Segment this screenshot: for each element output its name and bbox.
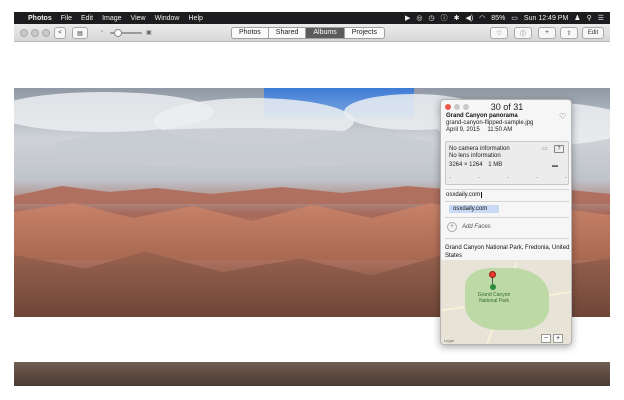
back-button[interactable]: < (54, 27, 66, 39)
caption-text: osxdaily.com (446, 192, 481, 198)
back-icon: < (58, 30, 62, 36)
menubar-clock[interactable]: Sun 12:49 PM (524, 15, 568, 22)
photo-time: 11:50 AM (487, 127, 513, 133)
menu-view[interactable]: View (131, 15, 146, 22)
map-legal-link[interactable]: Legal (444, 338, 454, 343)
image-size: 3264 × 1264 1 MB (449, 162, 502, 168)
menu-help[interactable]: Help (189, 15, 203, 22)
favorite-heart-icon[interactable]: ♡ (559, 112, 566, 121)
share-icon: ⇧ (566, 30, 572, 37)
photos-window: < ▤ ▫ ▣ Photos Shared Albums Projects ♡ … (14, 24, 610, 362)
unknown-camera-badge: ? (554, 145, 564, 153)
menu-bar: Photos File Edit Image View Window Help … (14, 12, 610, 24)
heart-icon: ♡ (496, 30, 502, 37)
sync-icon[interactable]: ◎ (416, 14, 422, 22)
minimize-window-button[interactable] (31, 29, 39, 37)
keyword-chip[interactable]: osxdaily.com (449, 205, 499, 213)
map-zoom-in-button[interactable]: + (553, 334, 563, 343)
exif-dash: - (449, 175, 451, 181)
photo-title[interactable]: Grand Canyon panorama (446, 113, 518, 119)
toolbar: < ▤ ▫ ▣ Photos Shared Albums Projects ♡ … (14, 24, 610, 42)
separator (445, 238, 569, 239)
info-status-icon[interactable]: ⓘ (441, 13, 448, 23)
exif-dash: - (478, 175, 480, 181)
exif-dash: - (507, 175, 509, 181)
camera-info-box: No camera information No lens informatio… (445, 141, 569, 185)
map-zoom-out-button[interactable]: − (541, 334, 551, 343)
large-thumbnail-icon: ▣ (146, 30, 152, 36)
close-window-button[interactable] (20, 29, 28, 37)
park-icon (490, 284, 496, 290)
separator (445, 217, 569, 218)
exif-dash: - (565, 175, 567, 181)
user-icon[interactable]: ♟ (574, 14, 580, 22)
edit-button[interactable]: Edit (582, 27, 604, 39)
plus-icon: + (545, 30, 549, 36)
menu-file[interactable]: File (61, 15, 72, 22)
sidebar-icon: ▤ (77, 30, 83, 37)
spotlight-icon[interactable]: ⚲ (587, 14, 592, 22)
info-button[interactable]: ⓘ (514, 27, 532, 39)
location-label: Grand Canyon National Park, Fredonia, Un… (445, 245, 570, 259)
add-faces-icon[interactable]: + (447, 222, 457, 232)
add-button[interactable]: + (538, 27, 556, 39)
add-faces-label[interactable]: Add Faces (462, 224, 491, 230)
photo-filename: grand-canyon-flipped-sample.jpg (446, 120, 534, 126)
exif-dash: - (536, 175, 538, 181)
camera-info: No camera information (449, 146, 510, 152)
bluetooth-icon[interactable]: ✱ (454, 14, 460, 22)
battery-icon[interactable]: ▭ (511, 14, 518, 22)
photo-datetime: April 9, 2015 11:50 AM (446, 127, 512, 133)
menu-image[interactable]: Image (102, 15, 121, 22)
menu-window[interactable]: Window (155, 15, 180, 22)
menu-photos[interactable]: Photos (28, 15, 52, 22)
wifi-icon[interactable]: ◠ (479, 14, 485, 22)
photo-counter: 30 of 31 (490, 102, 524, 112)
tab-photos[interactable]: Photos (232, 28, 269, 38)
lens-info: No lens information (449, 153, 501, 159)
small-thumbnail-icon: ▫ (101, 29, 104, 35)
tab-projects[interactable]: Projects (344, 28, 385, 38)
map-pin-icon[interactable] (489, 271, 496, 278)
caption-input[interactable]: osxdaily.com​ (446, 192, 483, 198)
map-park-label: Grand Canyon National Park (477, 292, 511, 304)
camera-icon: ▭ (542, 146, 548, 152)
photo-cloud (54, 128, 434, 168)
text-cursor: ​ (481, 192, 483, 198)
info-icon: ⓘ (519, 31, 526, 38)
image-filesize: 1 MB (488, 162, 503, 168)
battery-percent[interactable]: 85% (491, 15, 505, 22)
zoom-slider-knob[interactable] (114, 29, 122, 37)
sidebar-toggle-button[interactable]: ▤ (72, 27, 88, 39)
volume-icon[interactable]: ◀) (465, 14, 473, 22)
timemachine-icon[interactable]: ◷ (428, 14, 434, 22)
notification-center-icon[interactable]: ☰ (598, 14, 604, 22)
info-panel: 30 of 31 Grand Canyon panorama ♡ grand-c… (440, 99, 572, 345)
photo-date: April 9, 2015 (446, 127, 480, 133)
airplay-icon[interactable]: ▶ (405, 14, 410, 22)
menu-edit[interactable]: Edit (81, 15, 93, 22)
location-map[interactable]: Grand Canyon National Park Legal − + (441, 260, 571, 344)
zoom-window-button[interactable] (42, 29, 50, 37)
jpeg-format-icon: ▬ (552, 163, 558, 169)
tab-albums[interactable]: Albums (306, 28, 345, 38)
tab-shared[interactable]: Shared (268, 28, 307, 38)
exif-dashes: - - - - - (449, 175, 567, 181)
separator (445, 189, 569, 190)
view-tabs: Photos Shared Albums Projects (231, 27, 386, 39)
favorite-button[interactable]: ♡ (490, 27, 508, 39)
share-button[interactable]: ⇧ (560, 27, 578, 39)
separator (445, 201, 569, 202)
image-dimensions: 3264 × 1264 (449, 162, 483, 168)
